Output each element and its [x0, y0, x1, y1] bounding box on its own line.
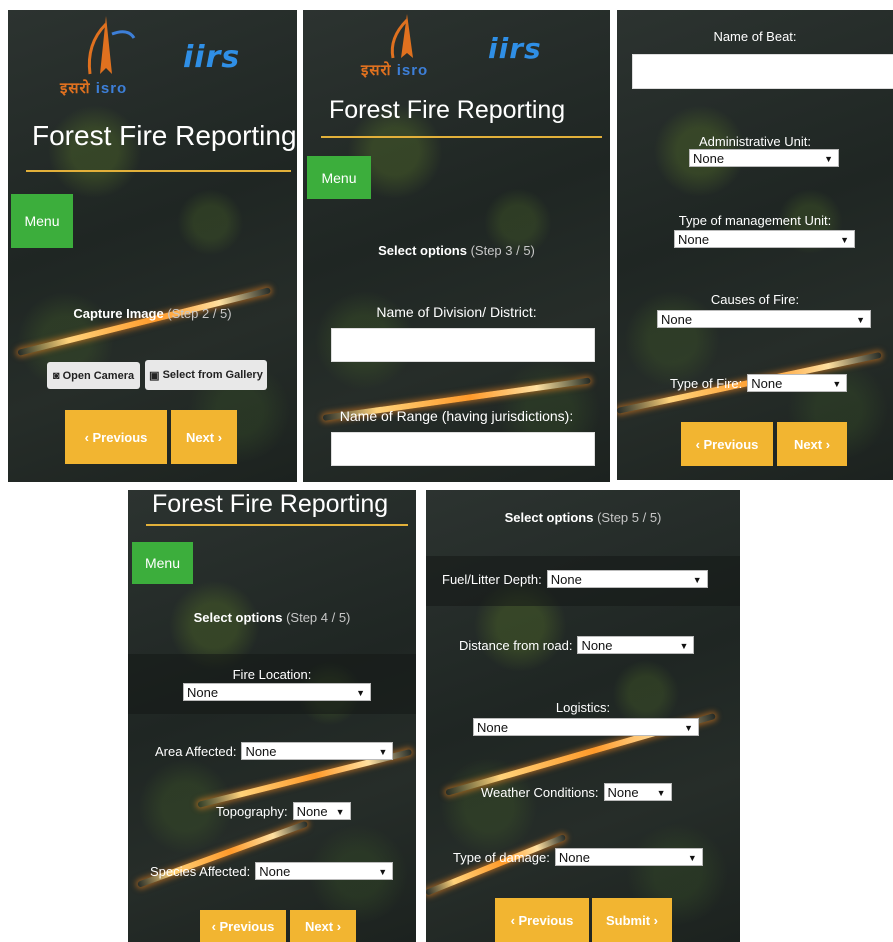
damage-select[interactable]: None ▼	[554, 848, 703, 866]
beat-input[interactable]	[632, 54, 893, 89]
area-select[interactable]: None ▼	[241, 742, 394, 760]
menu-button[interactable]: Menu	[11, 194, 73, 248]
iirs-logo: iirs	[488, 32, 542, 65]
isro-wordmark: इसरो isro	[60, 80, 128, 97]
screen-step-4: Forest Fire Reporting Menu Select option…	[128, 490, 416, 942]
chevron-down-icon: ▼	[378, 867, 388, 877]
fire-line-decoration	[17, 287, 272, 356]
distance-select[interactable]: None ▼	[577, 636, 695, 654]
topography-label: Topography:	[216, 803, 288, 819]
chevron-down-icon: ▼	[824, 154, 833, 164]
next-button[interactable]: Next ›	[777, 422, 847, 466]
previous-button[interactable]: ‹ Previous	[200, 910, 286, 942]
species-select[interactable]: None ▼	[255, 862, 394, 880]
division-input[interactable]	[331, 328, 595, 362]
chevron-down-icon: ▼	[378, 747, 388, 757]
chevron-down-icon: ▼	[679, 641, 689, 651]
damage-label: Type of damage:	[453, 849, 550, 865]
title-underline	[146, 524, 408, 526]
logistics-select[interactable]: None ▼	[473, 718, 699, 736]
submit-button[interactable]: Submit ›	[592, 898, 672, 942]
chevron-down-icon: ▼	[335, 807, 345, 817]
fuel-select[interactable]: None ▼	[546, 570, 708, 588]
isro-wordmark: इसरो isro	[361, 62, 429, 79]
app-title: Forest Fire Reporting	[152, 490, 389, 518]
menu-button[interactable]: Menu	[132, 542, 193, 584]
title-underline	[321, 136, 602, 138]
causes-label: Causes of Fire:	[710, 292, 800, 307]
mgmt-unit-label: Type of management Unit:	[678, 213, 832, 228]
chevron-down-icon: ▼	[656, 788, 666, 798]
previous-button[interactable]: ‹ Previous	[495, 898, 589, 942]
damage-row: Type of damage: None ▼	[453, 848, 703, 866]
distance-label: Distance from road:	[459, 637, 573, 653]
previous-button[interactable]: ‹ Previous	[65, 410, 167, 464]
previous-button[interactable]: ‹ Previous	[681, 422, 773, 466]
select-gallery-button[interactable]: ▣ Select from Gallery	[145, 360, 267, 390]
logistics-label: Logistics:	[555, 700, 611, 715]
step-heading: Select options (Step 3 / 5)	[378, 243, 535, 258]
chevron-down-icon: ▼	[692, 575, 702, 585]
menu-button[interactable]: Menu	[307, 156, 371, 199]
fire-type-select[interactable]: None ▼	[747, 374, 848, 392]
next-button[interactable]: Next ›	[290, 910, 356, 942]
fire-location-label: Fire Location:	[232, 667, 312, 682]
mgmt-unit-select[interactable]: None ▼	[674, 230, 855, 248]
causes-select[interactable]: None ▼	[657, 310, 871, 328]
species-row: Species Affected: None ▼	[150, 862, 394, 880]
range-input[interactable]	[331, 432, 595, 466]
admin-unit-label: Administrative Unit:	[699, 134, 811, 149]
iirs-logo: iirs	[183, 40, 241, 75]
topography-select[interactable]: None ▼	[292, 802, 351, 820]
screen-step-3: इसरो isro iirs Forest Fire Reporting Men…	[303, 10, 610, 482]
step-heading: Select options (Step 5 / 5)	[504, 510, 662, 525]
beat-label: Name of Beat:	[713, 29, 797, 44]
distance-row: Distance from road: None ▼	[459, 636, 695, 654]
app-title: Forest Fire Reporting	[329, 96, 566, 124]
chevron-down-icon: ▼	[856, 315, 865, 325]
chevron-down-icon: ▼	[687, 853, 697, 863]
fire-location-select[interactable]: None ▼	[183, 683, 371, 701]
range-label: Name of Range (having jurisdictions):	[339, 408, 574, 424]
weather-label: Weather Conditions:	[481, 784, 599, 800]
area-row: Area Affected: None ▼	[155, 742, 394, 760]
fire-type-label: Type of Fire:	[670, 375, 743, 391]
division-label: Name of Division/ District:	[376, 304, 537, 320]
screen-step-3-continued: Name of Beat: Administrative Unit: None ▼…	[617, 10, 893, 480]
step-heading: Capture Image (Step 2 / 5)	[73, 306, 232, 321]
title-underline	[26, 170, 291, 172]
fire-type-row: Type of Fire: None ▼	[670, 374, 848, 392]
screen-step-5: Select options (Step 5 / 5) Fuel/Litter …	[426, 490, 740, 942]
open-camera-button[interactable]: ◙ Open Camera	[47, 362, 140, 389]
topography-row: Topography: None ▼	[216, 802, 351, 820]
image-icon: ▣	[149, 369, 160, 382]
fuel-label: Fuel/Litter Depth:	[442, 571, 542, 587]
chevron-down-icon: ▼	[832, 379, 842, 389]
admin-unit-select[interactable]: None ▼	[689, 149, 839, 167]
chevron-down-icon: ▼	[356, 688, 365, 698]
weather-row: Weather Conditions: None ▼	[481, 783, 672, 801]
screen-capture-image: इसरो isro iirs Forest Fire Reporting Men…	[8, 10, 297, 482]
chevron-down-icon: ▼	[684, 723, 693, 733]
weather-select[interactable]: None ▼	[603, 783, 672, 801]
chevron-down-icon: ▼	[840, 235, 849, 245]
next-button[interactable]: Next ›	[171, 410, 237, 464]
camera-icon: ◙	[52, 369, 60, 382]
area-label: Area Affected:	[155, 743, 237, 759]
step-heading: Select options (Step 4 / 5)	[193, 610, 351, 625]
species-label: Species Affected:	[150, 863, 251, 879]
app-title: Forest Fire Reporting	[32, 120, 297, 151]
fuel-row: Fuel/Litter Depth: None ▼	[442, 570, 708, 588]
